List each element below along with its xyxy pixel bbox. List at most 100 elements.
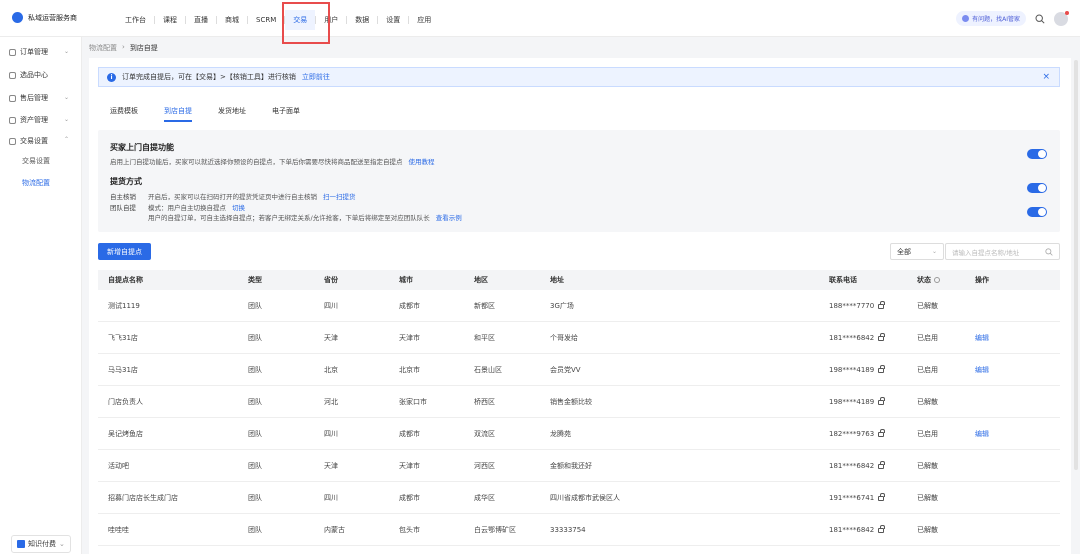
brand-name: 私域运营服务商 <box>28 13 77 22</box>
sidebar-subitem-trade-settings[interactable]: 交易设置 <box>22 156 50 166</box>
tab-shipping-address[interactable]: 发货地址 <box>218 106 246 122</box>
view-example-link[interactable]: 查看示例 <box>436 214 462 222</box>
sidebar-item-orders[interactable]: 订单管理 <box>9 47 48 57</box>
column-header-status: 状态 <box>917 275 940 285</box>
pickup-settings-panel: 买家上门自提功能 启用上门自提功能后，买家可以就近选择你预设的自提点，下单后你需… <box>98 130 1060 232</box>
lock-icon[interactable] <box>878 300 885 309</box>
tab-store-pickup[interactable]: 到店自提 <box>164 106 192 122</box>
sidebar-item-label: 资产管理 <box>20 116 48 124</box>
nav-item-live[interactable]: 直播 <box>186 10 216 30</box>
after-sales-icon <box>9 94 16 102</box>
table-cell-address: 会员党VV <box>550 365 581 374</box>
table-cell-type: 团队 <box>248 461 262 470</box>
table-cell-phone: 198****4189 <box>829 364 885 374</box>
nav-item-mall[interactable]: 商城 <box>217 10 247 30</box>
table-cell-phone: 198****4189 <box>829 396 885 406</box>
table-cell-phone: 182****9763 <box>829 428 885 438</box>
nav-item-settings[interactable]: 设置 <box>378 10 408 30</box>
pickup-method-title: 提货方式 <box>110 177 142 186</box>
chevron-down-icon: ⌄ <box>931 248 937 255</box>
avatar[interactable] <box>1054 10 1069 26</box>
group-pickup-toggle[interactable] <box>1027 207 1047 217</box>
search-icon[interactable] <box>1035 13 1045 24</box>
sidebar-item-trade-settings[interactable]: 交易设置 <box>9 136 48 146</box>
column-header: 地址 <box>550 276 564 284</box>
notice-link[interactable]: 立即前往 <box>302 72 330 82</box>
ai-assistant-button[interactable]: 有问题，找AI管家 <box>956 11 1026 26</box>
help-icon[interactable] <box>934 277 940 283</box>
lock-icon[interactable] <box>878 364 885 373</box>
group-pickup-mode: 模式：用户自主切换自提点 <box>148 204 226 212</box>
notice-text: 订单完成自提后，可在【交易】>【核销工具】进行核销 <box>122 73 296 81</box>
type-filter-select[interactable]: 全部 ⌄ <box>890 243 944 260</box>
sidebar-subitem-logistics[interactable]: 物流配置 <box>22 178 50 188</box>
sidebar-item-label: 选品中心 <box>20 71 48 79</box>
sidebar-item-product-selection[interactable]: 选品中心 <box>9 70 48 80</box>
breadcrumb-separator: › <box>122 43 125 51</box>
sidebar-item-assets[interactable]: 资产管理 <box>9 115 48 125</box>
table-cell-phone: 181****6842 <box>829 332 885 342</box>
breadcrumb-current: 到店自提 <box>129 44 158 52</box>
edit-link[interactable]: 编辑 <box>975 333 989 343</box>
add-pickup-point-button[interactable]: 新增自提点 <box>98 243 151 260</box>
chevron-up-icon[interactable]: ⌃ <box>64 136 69 143</box>
lock-icon[interactable] <box>878 524 885 533</box>
page-scrollbar[interactable] <box>1074 60 1078 470</box>
notice-banner: i 订单完成自提后，可在【交易】>【核销工具】进行核销 立即前往 × <box>98 67 1060 87</box>
chevron-down-icon[interactable]: ⌄ <box>64 94 69 101</box>
table-cell-name: 哇哇哇 <box>108 525 129 534</box>
table-cell-province: 河北 <box>324 397 338 406</box>
table-cell-status: 已启用 <box>917 429 938 438</box>
table-cell-phone: 181****6842 <box>829 524 885 534</box>
info-icon: i <box>107 72 116 82</box>
chevron-down-icon[interactable]: ⌄ <box>64 116 69 123</box>
breadcrumb-parent[interactable]: 物流配置 <box>89 43 117 53</box>
tutorial-link[interactable]: 使用教程 <box>409 158 435 166</box>
self-verify-desc: 开启后，买家可以在扫码打开的提货凭证页中进行自主核销 <box>148 193 317 201</box>
close-icon[interactable]: × <box>1042 72 1050 82</box>
brand-logo[interactable]: 私域运营服务商 <box>12 12 77 23</box>
buyer-pickup-title: 买家上门自提功能 <box>110 143 174 152</box>
nav-item-data[interactable]: 数据 <box>347 10 377 30</box>
lock-icon[interactable] <box>878 492 885 501</box>
table-cell-address: 3G广场 <box>550 301 574 310</box>
table-cell-city: 包头市 <box>399 525 420 534</box>
table-cell-province: 四川 <box>324 301 338 310</box>
product-switcher[interactable]: 知识付费 ⌄ <box>11 535 71 553</box>
edit-link[interactable]: 编辑 <box>975 365 989 375</box>
self-verify-label: 自主核销 <box>110 193 136 201</box>
tab-shipping-template[interactable]: 运费模板 <box>110 106 138 122</box>
lock-icon[interactable] <box>878 396 885 405</box>
nav-item-apps[interactable]: 应用 <box>409 10 439 30</box>
self-verify-toggle[interactable] <box>1027 183 1047 193</box>
column-header: 地区 <box>474 276 488 284</box>
group-pickup-desc-line: 用户的自提订单，可自主选择自提点；若客户无绑定关系/允许抢客，下单后将绑定至对应… <box>148 212 462 222</box>
buyer-pickup-toggle[interactable] <box>1027 149 1047 159</box>
search-input[interactable]: 请输入自提点名称/地址 <box>945 243 1060 260</box>
nav-item-workbench[interactable]: 工作台 <box>117 10 154 30</box>
chevron-down-icon[interactable]: ⌄ <box>64 48 69 55</box>
status-header-label: 状态 <box>917 276 931 284</box>
lock-icon[interactable] <box>878 428 885 437</box>
table-row: 飞飞31店 团队 天津 天津市 和平区 个哥发给 181****6842 已启用 编辑 <box>98 322 1060 354</box>
table-cell-status: 已解散 <box>917 525 938 534</box>
table-cell-name: 招募门店店长生成门店 <box>108 493 178 502</box>
table-cell-address: 龙腾苑 <box>550 429 571 438</box>
ai-assistant-label: 有问题，找AI管家 <box>972 16 1020 23</box>
edit-link[interactable]: 编辑 <box>975 429 989 439</box>
tab-e-waybill[interactable]: 电子面单 <box>272 106 300 122</box>
table-row: 吴记烤鱼店 团队 四川 成都市 双流区 龙腾苑 182****9763 已启用 编辑 <box>98 418 1060 450</box>
scan-pickup-link[interactable]: 扫一扫提货 <box>323 193 356 201</box>
sidebar-item-label: 订单管理 <box>20 48 48 56</box>
nav-item-scrm[interactable]: SCRM <box>248 11 284 29</box>
search-icon[interactable] <box>1045 247 1053 256</box>
sidebar-item-after-sales[interactable]: 售后管理 <box>9 93 48 103</box>
nav-item-course[interactable]: 课程 <box>155 10 185 30</box>
lock-icon[interactable] <box>878 332 885 341</box>
table-cell-province: 北京 <box>324 365 338 374</box>
table-cell-address: 33333754 <box>550 525 586 534</box>
table-row: 哇哇哇 团队 内蒙古 包头市 白云鄂博矿区 33333754 181****6842 已解散 <box>98 514 1060 546</box>
table-cell-city: 成都市 <box>399 429 420 438</box>
switch-mode-link[interactable]: 切换 <box>232 204 245 212</box>
lock-icon[interactable] <box>878 460 885 469</box>
